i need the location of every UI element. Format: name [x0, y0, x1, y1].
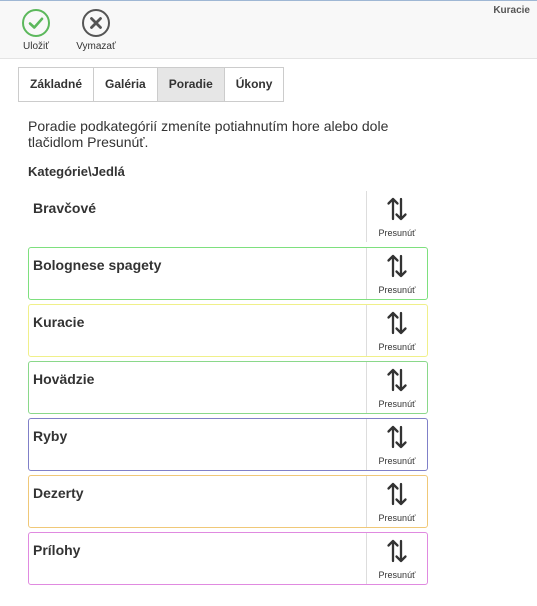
move-handle[interactable]: Presunúť: [366, 476, 427, 527]
list-item[interactable]: Dezerty Presunúť: [28, 475, 428, 528]
up-down-arrows-icon: [387, 425, 407, 449]
sortable-list: Bravčové Presunúť Bolognese spagety Pres…: [28, 190, 428, 589]
up-down-arrows-icon: [387, 197, 407, 221]
tab-ukony[interactable]: Úkony: [223, 67, 285, 102]
tab-zakladne[interactable]: Základné: [18, 67, 95, 102]
tab-galeria[interactable]: Galéria: [93, 67, 158, 102]
up-down-arrows-icon: [387, 539, 407, 563]
move-handle[interactable]: Presunúť: [366, 305, 427, 356]
move-handle[interactable]: Presunúť: [366, 419, 427, 470]
item-name: Ryby: [33, 428, 68, 444]
list-item[interactable]: Prílohy Presunúť: [28, 532, 428, 585]
list-item[interactable]: Ryby Presunúť: [28, 418, 428, 471]
move-handle[interactable]: Presunúť: [366, 533, 427, 584]
save-button[interactable]: Uložiť: [10, 9, 62, 52]
x-icon: [82, 9, 110, 37]
up-down-arrows-icon: [387, 482, 407, 506]
item-name: Dezerty: [33, 485, 84, 501]
up-down-arrows-icon: [387, 311, 407, 335]
checkmark-icon: [22, 9, 50, 37]
clear-label: Vymazať: [76, 41, 116, 52]
intro-text: Poradie podkategórií zmeníte potiahnutím…: [28, 118, 389, 150]
move-label: Presunúť: [378, 513, 416, 523]
clear-button[interactable]: Vymazať: [70, 9, 122, 52]
list-item[interactable]: Hovädzie Presunúť: [28, 361, 428, 414]
list-item[interactable]: Kuracie Presunúť: [28, 304, 428, 357]
item-name: Bravčové: [33, 200, 97, 216]
list-item[interactable]: Bolognese spagety Presunúť: [28, 247, 428, 300]
move-label: Presunúť: [378, 570, 416, 580]
tab-poradie[interactable]: Poradie: [156, 67, 225, 102]
item-name: Bolognese spagety: [33, 257, 162, 273]
page-heading: Kuracie: [493, 5, 530, 16]
up-down-arrows-icon: [387, 254, 407, 278]
move-handle[interactable]: Presunúť: [366, 248, 427, 299]
move-label: Presunúť: [378, 228, 416, 238]
up-down-arrows-icon: [387, 368, 407, 392]
item-name: Kuracie: [33, 314, 85, 330]
move-label: Presunúť: [378, 456, 416, 466]
move-label: Presunúť: [378, 285, 416, 295]
save-label: Uložiť: [23, 41, 49, 52]
item-name: Hovädzie: [33, 371, 95, 387]
tab-bar: Základné Galéria Poradie Úkony: [18, 67, 285, 102]
move-label: Presunúť: [378, 342, 416, 352]
toolbar: Uložiť Vymazať Kuracie: [0, 0, 537, 59]
item-name: Prílohy: [33, 542, 81, 558]
move-label: Presunúť: [378, 399, 416, 409]
list-item[interactable]: Bravčové Presunúť: [28, 190, 428, 243]
move-handle[interactable]: Presunúť: [366, 362, 427, 413]
section-title: Kategórie\Jedlá: [28, 164, 125, 179]
move-handle[interactable]: Presunúť: [366, 191, 427, 242]
